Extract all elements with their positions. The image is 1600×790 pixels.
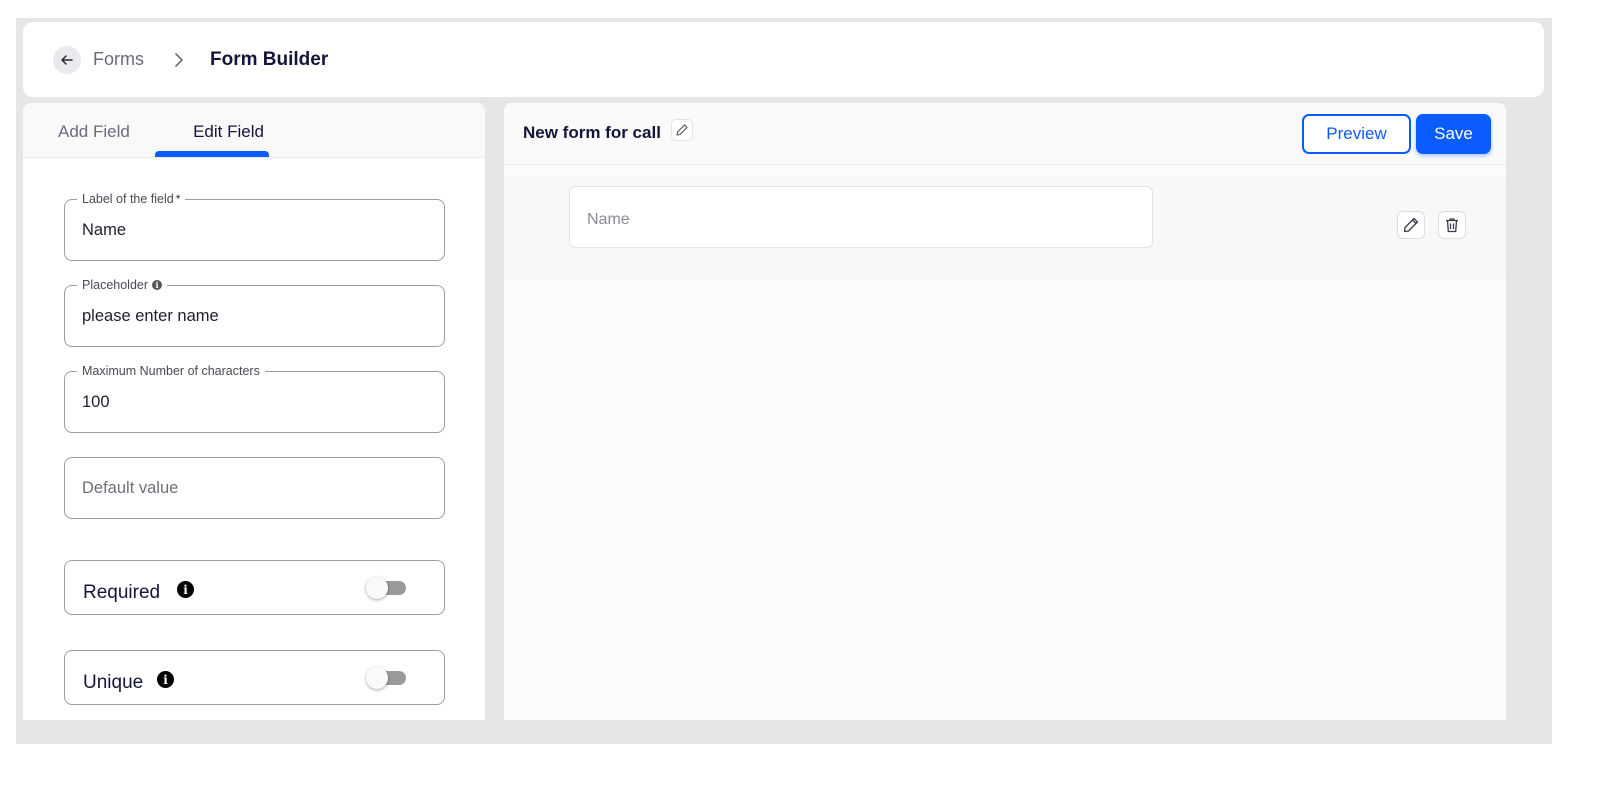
edit-title-button[interactable]	[671, 119, 693, 141]
field-settings-panel: Add Field Edit Field Label of the field *…	[23, 103, 485, 720]
label-field-legend: Label of the field	[82, 192, 174, 206]
info-icon[interactable]: i	[152, 280, 163, 290]
form-header: New form for call Preview Save	[504, 103, 1506, 165]
preview-button[interactable]: Preview	[1302, 114, 1411, 154]
unique-toggle-row: Unique i	[64, 650, 445, 705]
default-value-placeholder: Default value	[82, 479, 179, 497]
form-title: New form for call	[523, 123, 661, 142]
save-button[interactable]: Save	[1416, 114, 1491, 154]
tab-add-field[interactable]: Add Field	[58, 122, 130, 142]
required-toggle[interactable]	[366, 577, 408, 599]
max-characters-field[interactable]: Maximum Number of characters 100	[64, 363, 445, 433]
tab-edit-field[interactable]: Edit Field	[172, 122, 285, 142]
required-label: Required	[83, 582, 161, 603]
name-preview-placeholder: Name	[587, 211, 630, 228]
max-characters-legend: Maximum Number of characters	[82, 364, 260, 378]
default-value-field[interactable]: Default value	[64, 457, 445, 519]
page-title: Form Builder	[210, 48, 329, 70]
required-asterisk: *	[175, 192, 181, 206]
unique-label: Unique	[83, 672, 144, 693]
placeholder-field-value: please enter name	[82, 307, 219, 325]
placeholder-field-legend: Placeholder	[82, 278, 149, 292]
form-field-row[interactable]: Name	[504, 177, 1506, 279]
back-button[interactable]	[53, 45, 81, 74]
info-icon[interactable]: i	[177, 581, 194, 598]
edit-field-button[interactable]	[1397, 211, 1425, 239]
label-field[interactable]: Label of the field * Name	[64, 191, 445, 261]
breadcrumb-forms-link[interactable]: Forms	[93, 49, 144, 70]
placeholder-field[interactable]: Placeholder i please enter name	[64, 277, 445, 347]
required-toggle-row: Required i	[64, 560, 445, 615]
info-icon[interactable]: i	[157, 671, 174, 688]
breadcrumb: Forms Form Builder	[23, 22, 1544, 97]
trash-icon	[1446, 218, 1458, 233]
pencil-icon	[1403, 217, 1419, 233]
name-preview-input[interactable]: Name	[569, 186, 1153, 248]
unique-toggle[interactable]	[366, 667, 408, 689]
pencil-icon	[676, 124, 688, 136]
max-characters-value: 100	[82, 393, 110, 411]
active-tab-indicator	[155, 151, 269, 157]
form-canvas-panel: New form for call Preview Save Name	[504, 103, 1506, 720]
delete-field-button[interactable]	[1438, 211, 1466, 239]
panel-tabs: Add Field Edit Field	[23, 103, 485, 158]
arrow-left-icon	[61, 54, 73, 65]
chevron-right-icon	[174, 52, 184, 67]
label-field-value: Name	[82, 221, 127, 239]
